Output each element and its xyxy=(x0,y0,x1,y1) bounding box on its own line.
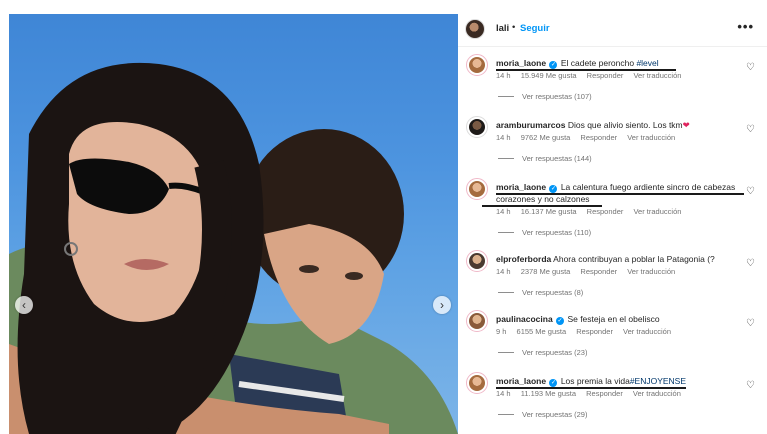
verified-badge-icon: ✓ xyxy=(549,379,558,387)
reply-button[interactable]: Responder xyxy=(587,207,624,216)
view-replies-button[interactable]: Ver respuestas (110) xyxy=(498,228,591,237)
comment-meta: 9 h 6155 Me gusta Responder Ver traducci… xyxy=(496,327,679,336)
view-replies-button[interactable]: Ver respuestas (8) xyxy=(498,288,583,297)
heart-outline-icon[interactable]: ♡ xyxy=(746,62,755,73)
highlight-underline xyxy=(496,193,744,195)
view-replies-button[interactable]: Ver respuestas (144) xyxy=(498,154,592,163)
view-replies-button[interactable]: Ver respuestas (29) xyxy=(498,410,587,419)
avatar[interactable] xyxy=(466,250,488,272)
comment-time: 14 h xyxy=(496,71,511,80)
comment-username[interactable]: moria_laone xyxy=(496,376,546,386)
separator-dot: • xyxy=(512,22,516,33)
translate-button[interactable]: Ver traducción xyxy=(633,71,681,80)
comment-time: 14 h xyxy=(496,389,511,398)
comment-likes[interactable]: 15.949 Me gusta xyxy=(521,71,577,80)
comment-content: Se festeja en el obelisco xyxy=(567,314,660,324)
avatar[interactable] xyxy=(466,310,488,332)
comment-likes[interactable]: 9762 Me gusta xyxy=(521,133,571,142)
comment-content: Los premia la vida xyxy=(560,376,630,386)
verified-badge-icon: ✓ xyxy=(556,317,565,325)
comment-meta: 14 h 11.193 Me gusta Responder Ver tradu… xyxy=(496,389,689,398)
comment-content: El cadete peroncho xyxy=(560,58,637,68)
verified-badge-icon: ✓ xyxy=(549,61,558,69)
reply-button[interactable]: Responder xyxy=(580,267,617,276)
comment-time: 9 h xyxy=(496,327,507,336)
comment-likes[interactable]: 11.193 Me gusta xyxy=(521,389,576,398)
comment-time: 14 h xyxy=(496,133,511,142)
comment-likes[interactable]: 6155 Me gusta xyxy=(517,327,567,336)
heart-outline-icon[interactable]: ♡ xyxy=(746,124,755,135)
verified-badge-icon: ✓ xyxy=(549,185,558,193)
comment-likes[interactable]: 2378 Me gusta xyxy=(521,267,571,276)
heart-outline-icon[interactable]: ♡ xyxy=(746,380,755,391)
comment-username[interactable]: elproferborda xyxy=(496,254,551,264)
comment-text: moria_laone ✓ Los premia la vida#ENJOYEN… xyxy=(496,375,741,387)
comment-time: 14 h xyxy=(496,267,511,276)
hashtag-link[interactable]: #ENJOYENSE xyxy=(630,376,686,386)
comment-text: paulinacocina ✓ Se festeja en el obelisc… xyxy=(496,313,741,325)
comment-likes[interactable]: 16.137 Me gusta xyxy=(521,207,577,216)
comment-meta: 14 h 2378 Me gusta Responder Ver traducc… xyxy=(496,267,683,276)
carousel-next-button[interactable]: › xyxy=(433,296,451,314)
comment-time: 14 h xyxy=(496,207,511,216)
heart-outline-icon[interactable]: ♡ xyxy=(746,186,755,197)
avatar[interactable] xyxy=(465,19,485,39)
post-header: lali • Seguir ••• xyxy=(458,14,767,47)
comment-meta: 14 h 15.949 Me gusta Responder Ver tradu… xyxy=(496,71,689,80)
translate-button[interactable]: Ver traducción xyxy=(627,133,675,142)
comment-content: Dios que alivio siento. Los tkm xyxy=(567,120,683,130)
reply-button[interactable]: Responder xyxy=(580,133,617,142)
comment-username[interactable]: moria_laone xyxy=(496,58,546,68)
view-replies-button[interactable]: Ver respuestas (107) xyxy=(498,92,592,101)
avatar[interactable] xyxy=(466,116,488,138)
couple-selfie-illustration xyxy=(9,62,458,434)
translate-button[interactable]: Ver traducción xyxy=(633,207,681,216)
reply-button[interactable]: Responder xyxy=(587,71,624,80)
post-author-username[interactable]: lali xyxy=(496,23,509,34)
carousel-prev-button[interactable]: ‹ xyxy=(15,296,33,314)
comment-content: Ahora contribuyan a poblar la Patagonia … xyxy=(553,254,715,264)
reply-button[interactable]: Responder xyxy=(586,389,623,398)
follow-button[interactable]: Seguir xyxy=(520,23,550,34)
comment-username[interactable]: aramburumarcos xyxy=(496,120,565,130)
comment-text: aramburumarcos Dios que alivio siento. L… xyxy=(496,119,741,131)
hashtag-link[interactable]: #level xyxy=(636,58,658,68)
comment-meta: 14 h 9762 Me gusta Responder Ver traducc… xyxy=(496,133,683,142)
comment-meta: 14 h 16.137 Me gusta Responder Ver tradu… xyxy=(496,207,689,216)
avatar[interactable] xyxy=(466,54,488,76)
translate-button[interactable]: Ver traducción xyxy=(633,389,681,398)
comment-text: moria_laone ✓ El cadete peroncho #level xyxy=(496,57,741,69)
comment-text: elproferborda Ahora contribuyan a poblar… xyxy=(496,253,741,265)
translate-button[interactable]: Ver traducción xyxy=(623,327,671,336)
comments-panel: lali • Seguir ••• moria_laone ✓ El cadet… xyxy=(458,14,767,434)
post-photo[interactable]: ‹ › xyxy=(9,14,458,434)
heart-outline-icon[interactable]: ♡ xyxy=(746,258,755,269)
translate-button[interactable]: Ver traducción xyxy=(627,267,675,276)
comment-username[interactable]: paulinacocina xyxy=(496,314,553,324)
reply-button[interactable]: Responder xyxy=(576,327,613,336)
heart-emoji: ❤ xyxy=(682,120,690,130)
avatar[interactable] xyxy=(466,372,488,394)
avatar[interactable] xyxy=(466,178,488,200)
more-options-icon[interactable]: ••• xyxy=(737,19,754,34)
comment-username[interactable]: moria_laone xyxy=(496,182,546,192)
view-replies-button[interactable]: Ver respuestas (23) xyxy=(498,348,587,357)
heart-outline-icon[interactable]: ♡ xyxy=(746,318,755,329)
